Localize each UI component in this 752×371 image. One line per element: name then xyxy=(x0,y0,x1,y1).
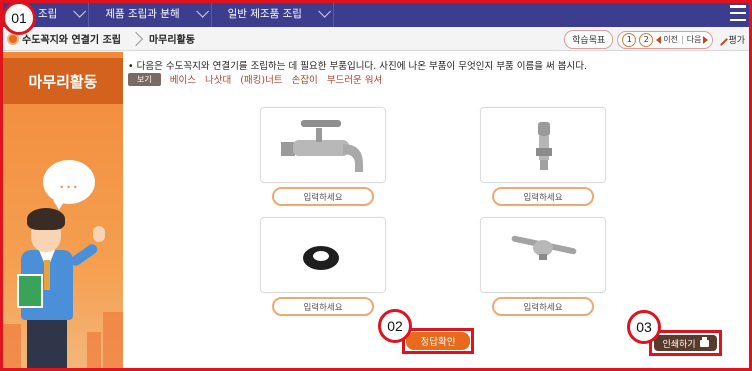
annotation-badge-01: 01 xyxy=(2,1,36,35)
part-card-faucet xyxy=(260,107,386,183)
toolbar: 학습목표 1 2 이전 | 다음 평가 xyxy=(564,30,745,49)
hint-words: 보기 베이스 나삿대 (패킹)너트 손잡이 부드러운 워셔 xyxy=(128,72,382,86)
page-navigator: 1 2 이전 | 다음 xyxy=(617,30,714,49)
nav-item-label: 제품 조립과 분해 xyxy=(105,8,180,20)
breadcrumb: 수도꼭지와 연결기 조립 마무리활동 학습목표 1 2 이전 | 다음 평가 xyxy=(3,27,749,51)
pencil-icon xyxy=(715,33,729,46)
next-button[interactable]: 다음 xyxy=(687,34,709,45)
hint-word: 손잡이 xyxy=(291,75,318,86)
nav-item-label: 일반 제조품 조립 xyxy=(227,8,302,20)
hint-word: 베이스 xyxy=(169,75,196,86)
screw-rod-image xyxy=(536,122,552,170)
sidebar: 마무리활동 ... xyxy=(3,52,123,368)
annotation-badge-03: 03 xyxy=(627,310,661,344)
nav-item-general-assembly[interactable]: 일반 제조품 조립 xyxy=(212,0,334,27)
chevron-down-icon xyxy=(73,5,87,18)
hint-word: 나삿대 xyxy=(204,75,232,86)
learning-goal-button[interactable]: 학습목표 xyxy=(564,30,614,49)
rubber-washer-image xyxy=(303,246,339,270)
hint-word: (패킹)너트 xyxy=(240,75,283,86)
faucet-image xyxy=(281,120,363,172)
part-card-handle xyxy=(480,217,606,293)
sidebar-title: 마무리활동 xyxy=(3,58,123,104)
annotation-badge-02: 02 xyxy=(378,309,412,343)
nav-item-label: 조립 xyxy=(38,8,58,20)
answer-input-2[interactable]: 입력하세요 xyxy=(492,187,594,206)
hint-label: 보기 xyxy=(128,72,161,86)
check-answer-button[interactable]: 정답확인 xyxy=(406,332,470,350)
speech-bubble-icon: ... xyxy=(43,160,95,210)
answer-input-1[interactable]: 입력하세요 xyxy=(272,187,374,206)
chevron-down-icon xyxy=(195,5,209,18)
chevron-right-icon xyxy=(128,31,144,46)
hamburger-menu-icon[interactable] xyxy=(730,5,746,21)
print-button-frame: 인쇄하기 xyxy=(649,330,722,356)
page-1-button[interactable]: 1 xyxy=(622,32,637,47)
part-card-screw-rod xyxy=(480,107,606,183)
page-2-button[interactable]: 2 xyxy=(639,32,654,47)
evaluation-button[interactable]: 평가 xyxy=(715,33,745,46)
hint-word: 부드러운 워셔 xyxy=(326,75,383,86)
prev-button[interactable]: 이전 xyxy=(656,34,678,45)
teacher-illustration xyxy=(13,202,105,368)
handle-image xyxy=(511,235,577,260)
instruction-text: • 다음은 수도꼭지와 연결기를 조립하는 데 필요한 부품입니다. 사진에 나… xyxy=(128,61,587,72)
part-card-washer xyxy=(260,217,386,293)
breadcrumb-item-unit[interactable]: 수도꼭지와 연결기 조립 xyxy=(22,31,131,46)
check-answer-button-frame: 정답확인 xyxy=(402,328,474,354)
answer-input-4[interactable]: 입력하세요 xyxy=(492,297,594,316)
breadcrumb-item-current: 마무리활동 xyxy=(148,35,195,46)
printer-icon xyxy=(699,336,709,347)
arrow-left-icon xyxy=(656,35,662,44)
answer-input-3[interactable]: 입력하세요 xyxy=(272,297,374,316)
nav-item-product-assembly[interactable]: 제품 조립과 분해 xyxy=(89,0,212,27)
top-navigation: 조립 제품 조립과 분해 일반 제조품 조립 xyxy=(0,0,752,27)
print-button[interactable]: 인쇄하기 xyxy=(654,335,717,351)
arrow-right-icon xyxy=(703,35,709,44)
chevron-down-icon xyxy=(318,5,331,18)
